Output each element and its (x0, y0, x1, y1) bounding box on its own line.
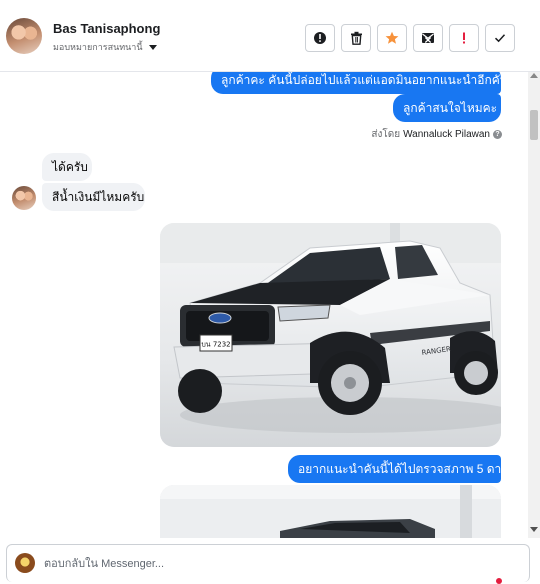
sent-by-name: Wannaluck Pilawan (403, 129, 490, 140)
scroll-up-arrow-icon[interactable] (530, 73, 538, 78)
assign-conversation-dropdown[interactable]: มอบหมายการสนทนานี้ (53, 40, 157, 54)
star-button[interactable] (377, 24, 407, 52)
page-avatar (15, 553, 35, 573)
notification-dot (496, 578, 502, 584)
message-thread[interactable]: ลูกค้าคะ คันนี้ปล่อยไปแล้วแต่แอดมินอยากแ… (0, 72, 528, 538)
reply-composer (6, 544, 530, 584)
conversation-header: Bas Tanisaphong มอบหมายการสนทนานี้ (0, 0, 540, 72)
contact-name[interactable]: Bas Tanisaphong (53, 21, 160, 36)
incoming-message[interactable]: ได้ครับ (42, 153, 92, 181)
envelope-x-icon (422, 33, 434, 43)
spam-button[interactable] (449, 24, 479, 52)
vehicle-photo-image: บน 7232 RANGER (160, 223, 501, 447)
scroll-down-arrow-icon[interactable] (530, 527, 538, 532)
scroll-thumb[interactable] (530, 110, 538, 140)
outgoing-message[interactable]: ลูกค้าคะ คันนี้ปล่อยไปแล้วแต่แอดมินอยากแ… (211, 72, 508, 94)
help-icon[interactable]: ? (493, 130, 502, 139)
alert-circle-icon (314, 32, 326, 44)
outgoing-message[interactable]: อยากแนะนำคันนี้ได้ไปตรวจสภาพ 5 ดาว (288, 455, 508, 483)
caret-down-icon (148, 44, 157, 50)
customer-avatar (12, 186, 36, 210)
delete-button[interactable] (341, 24, 371, 52)
incoming-message[interactable]: สีน้ำเงินมีไหมครับ (42, 183, 145, 211)
star-icon (385, 31, 399, 44)
sent-by-prefix: ส่งโดย (371, 129, 401, 140)
sent-by-label: ส่งโดย Wannaluck Pilawan ? (371, 127, 502, 142)
contact-avatar[interactable] (6, 18, 42, 54)
mark-unread-button[interactable] (413, 24, 443, 52)
report-button[interactable] (305, 24, 335, 52)
vehicle-photo[interactable]: บน 7232 RANGER (160, 223, 501, 447)
trash-icon (350, 31, 362, 45)
reply-input[interactable] (44, 555, 484, 573)
conversation-scrollbar[interactable] (528, 72, 540, 538)
conversation-actions (305, 24, 515, 52)
assign-label: มอบหมายการสนทนานี้ (53, 42, 143, 52)
license-plate: บน 7232 (201, 341, 230, 349)
check-icon (494, 34, 506, 43)
outgoing-message[interactable]: ลูกค้าสนใจไหมคะ (393, 94, 501, 122)
vehicle-photo[interactable] (160, 485, 501, 538)
done-button[interactable] (485, 24, 515, 52)
vehicle-photo-image (160, 485, 501, 538)
exclamation-icon (463, 32, 465, 44)
